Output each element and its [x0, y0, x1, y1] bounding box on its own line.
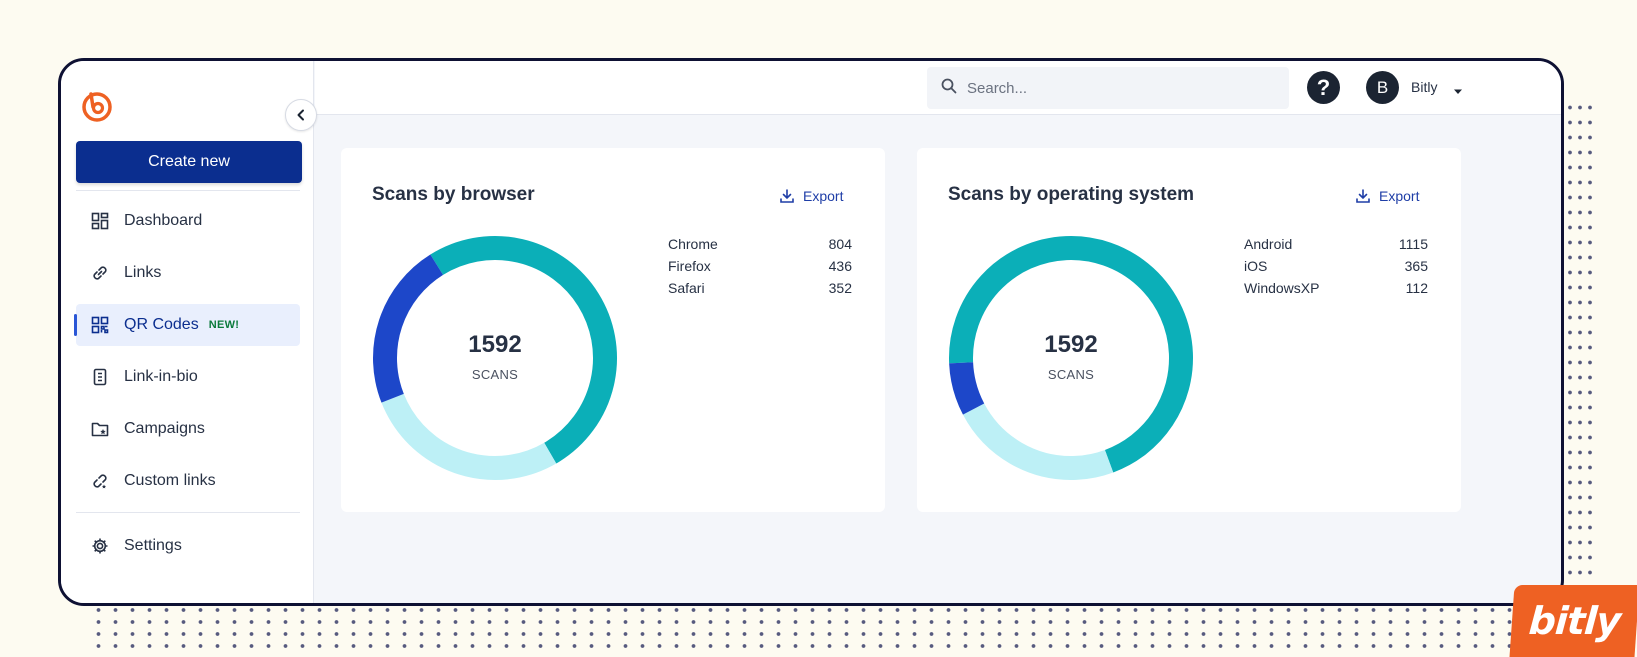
legend-name: Chrome	[668, 236, 718, 252]
collapse-sidebar-button[interactable]	[285, 99, 317, 131]
search-icon	[941, 78, 957, 99]
legend-value: 352	[828, 280, 852, 296]
total-scans-value: 1592	[468, 331, 522, 358]
chevron-left-icon	[297, 109, 304, 121]
sidebar-item-label: Settings	[124, 537, 182, 554]
sidebar-item-label: Links	[124, 264, 162, 281]
legend-row: Chrome 804	[668, 236, 852, 258]
sidebar-item-campaigns[interactable]: Campaigns	[76, 408, 300, 450]
legend-value: 112	[1405, 280, 1428, 296]
legend-value: 436	[828, 258, 852, 274]
search-box[interactable]	[927, 67, 1289, 109]
search-input[interactable]	[967, 79, 1267, 97]
export-button[interactable]: Export	[1355, 188, 1419, 204]
total-scans-label: SCANS	[471, 367, 519, 382]
top-bar: ? B Bitly	[315, 61, 1561, 115]
campaign-folder-icon	[90, 419, 110, 439]
decorative-dots-bottom	[90, 604, 1520, 650]
scans-by-os-card: Scans by operating system Export 1592 SC…	[917, 148, 1461, 512]
legend-row: iOS 365	[1244, 258, 1428, 280]
legend-value: 1115	[1398, 236, 1428, 252]
help-icon[interactable]: ?	[1307, 71, 1340, 104]
legend-name: Firefox	[668, 258, 711, 274]
donut-chart: 1592 SCANS	[948, 235, 1194, 481]
sidebar-item-label: QR Codes	[124, 316, 199, 333]
sidebar-item-link-in-bio[interactable]: Link-in-bio	[76, 356, 300, 398]
total-scans-value: 1592	[1044, 331, 1098, 358]
legend-row: Safari 352	[668, 280, 852, 302]
new-badge: NEW!	[208, 319, 240, 331]
sidebar-item-qr-codes[interactable]: QR Codes NEW!	[74, 304, 300, 346]
document-icon	[90, 367, 110, 387]
legend-value: 365	[1404, 258, 1428, 274]
sidebar-item-label: Campaigns	[124, 420, 205, 437]
legend-name: Safari	[668, 280, 705, 296]
legend: Android 1115 iOS 365 WindowsXP 112	[1244, 236, 1428, 302]
decorative-dots-right	[1565, 100, 1593, 610]
divider	[76, 512, 300, 513]
legend-row: WindowsXP 112	[1244, 280, 1428, 302]
create-new-button[interactable]: Create new	[76, 141, 302, 183]
username[interactable]: Bitly	[1411, 79, 1437, 95]
total-scans-label: SCANS	[1047, 367, 1095, 382]
scans-by-browser-card: Scans by browser Export 1592 SCANS Chrom…	[341, 148, 885, 512]
sidebar-item-label: Dashboard	[124, 212, 203, 229]
link-icon	[90, 263, 110, 283]
sidebar-item-label: Link-in-bio	[124, 368, 198, 385]
gear-icon	[90, 536, 110, 556]
app-window: Create new Dashboard Links QR Codes NEW!…	[58, 58, 1564, 606]
legend-row: Android 1115	[1244, 236, 1428, 258]
download-icon	[1356, 189, 1370, 203]
custom-link-icon	[90, 471, 110, 491]
export-button[interactable]: Export	[779, 188, 843, 204]
sidebar-item-dashboard[interactable]: Dashboard	[76, 200, 300, 242]
dashboard-icon	[90, 211, 110, 231]
sidebar-item-settings[interactable]: Settings	[76, 525, 300, 567]
card-title: Scans by operating system	[948, 184, 1195, 205]
qr-code-icon	[90, 315, 110, 335]
legend-row: Firefox 436	[668, 258, 852, 280]
legend-name: iOS	[1244, 258, 1268, 274]
sidebar-item-links[interactable]: Links	[76, 252, 300, 294]
caret-down-icon[interactable]	[1453, 83, 1463, 101]
avatar[interactable]: B	[1366, 71, 1399, 104]
export-label: Export	[803, 188, 844, 204]
sidebar-item-label: Custom links	[124, 472, 216, 489]
legend-value: 804	[828, 236, 852, 252]
sidebar-item-custom-links[interactable]: Custom links	[76, 460, 300, 502]
legend-name: Android	[1244, 236, 1293, 252]
divider	[76, 190, 300, 191]
bitly-brand-logo: bitly	[1509, 585, 1637, 657]
legend: Chrome 804 Firefox 436 Safari 352	[668, 236, 852, 302]
donut-chart: 1592 SCANS	[372, 235, 618, 481]
stage: Create new Dashboard Links QR Codes NEW!…	[0, 0, 1637, 657]
download-icon	[780, 189, 794, 203]
legend-name: WindowsXP	[1244, 280, 1320, 296]
export-label: Export	[1379, 188, 1420, 204]
card-title: Scans by browser	[372, 184, 535, 205]
sidebar: Create new Dashboard Links QR Codes NEW!…	[61, 61, 314, 603]
bitly-logo-icon[interactable]	[80, 88, 114, 122]
